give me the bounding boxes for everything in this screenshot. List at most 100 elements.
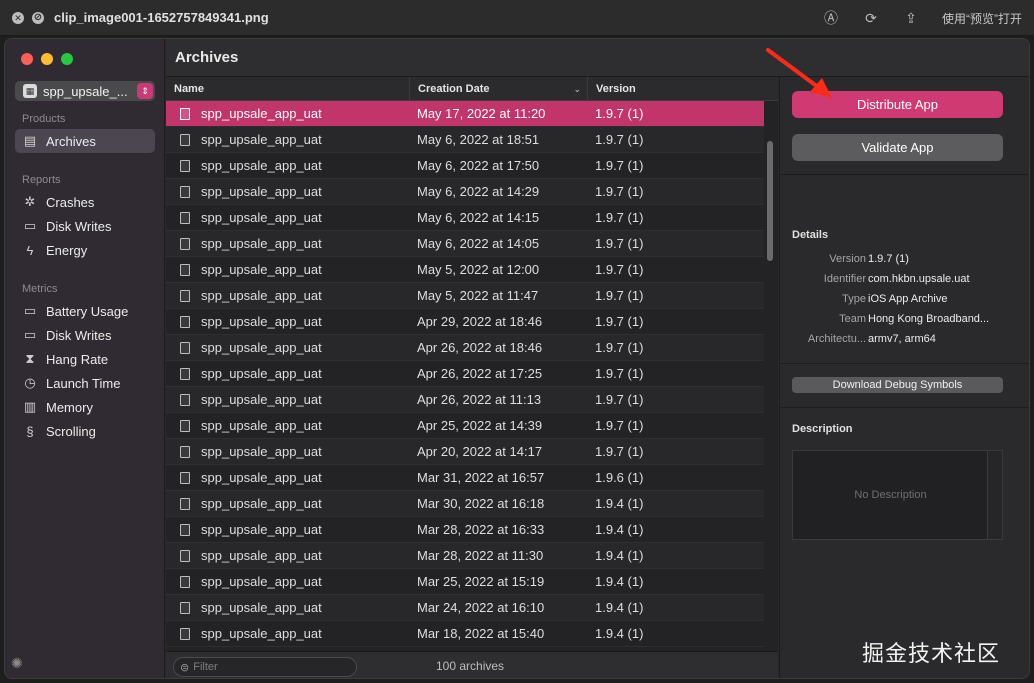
sidebar-item-label: Disk Writes bbox=[46, 327, 112, 343]
description-header: Description bbox=[792, 423, 853, 435]
table-row[interactable]: spp_upsale_app_uat Apr 26, 2022 at 17:25 1… bbox=[166, 361, 764, 387]
cell-name: spp_upsale_app_uat bbox=[201, 106, 322, 121]
table-row[interactable]: spp_upsale_app_uat May 6, 2022 at 14:29 1.… bbox=[166, 179, 764, 205]
cell-creation-date: May 17, 2022 at 11:20 bbox=[417, 106, 546, 121]
close-icon[interactable]: ✕ bbox=[12, 11, 24, 24]
detail-version: Version 1.9.7 (1) bbox=[780, 253, 1029, 271]
detail-value: Hong Kong Broadband... bbox=[868, 313, 990, 325]
disk-icon: ▭ bbox=[23, 218, 37, 233]
cell-creation-date: May 6, 2022 at 14:05 bbox=[417, 236, 540, 251]
table-row[interactable]: spp_upsale_app_uat Mar 18, 2022 at 15:40 1… bbox=[166, 621, 764, 647]
products-section-header: Products bbox=[22, 113, 66, 125]
detail-value: com.hkbn.upsale.uat bbox=[868, 273, 970, 285]
chevron-updown-icon[interactable]: ⇕ bbox=[137, 83, 153, 99]
product-selector[interactable]: ▦ spp_upsale_... ⇕ bbox=[15, 81, 155, 101]
cell-version: 1.9.7 (1) bbox=[595, 366, 644, 381]
cell-creation-date: May 5, 2022 at 12:00 bbox=[417, 262, 540, 277]
detail-team: Team Hong Kong Broadband... bbox=[780, 313, 1029, 331]
rotate-icon[interactable]: ⟳ bbox=[862, 9, 880, 27]
cell-creation-date: Mar 28, 2022 at 16:33 bbox=[417, 522, 545, 537]
table-row[interactable]: spp_upsale_app_uat Mar 31, 2022 at 16:57 1… bbox=[166, 465, 764, 491]
battery-icon: ▭ bbox=[23, 303, 37, 318]
open-with-preview-button[interactable]: 使用“预览”打开 bbox=[942, 10, 1022, 27]
table-row[interactable]: spp_upsale_app_uat Mar 28, 2022 at 16:33 1… bbox=[166, 517, 764, 543]
cell-version: 1.9.7 (1) bbox=[595, 288, 644, 303]
table-row[interactable]: spp_upsale_app_uat Mar 30, 2022 at 16:18 1… bbox=[166, 491, 764, 517]
sidebar-item-hang-rate[interactable]: ⧗ Hang Rate bbox=[15, 347, 155, 371]
sidebar-item-battery-usage[interactable]: ▭ Battery Usage bbox=[15, 299, 155, 323]
markup-icon[interactable]: Ⓐ bbox=[822, 9, 840, 27]
sidebar-item-label: Scrolling bbox=[46, 423, 96, 439]
column-header-creation-date[interactable]: Creation Date ⌄ bbox=[410, 77, 588, 101]
column-header-name[interactable]: Name bbox=[166, 77, 410, 101]
archive-file-icon bbox=[180, 497, 190, 510]
cell-creation-date: May 6, 2022 at 17:50 bbox=[417, 158, 540, 173]
cell-name: spp_upsale_app_uat bbox=[201, 574, 322, 589]
table-row[interactable]: spp_upsale_app_uat May 6, 2022 at 17:50 1.… bbox=[166, 153, 764, 179]
filter-input[interactable] bbox=[193, 661, 344, 673]
window-controls bbox=[21, 53, 73, 65]
divider bbox=[780, 174, 1029, 175]
cell-name: spp_upsale_app_uat bbox=[201, 600, 322, 615]
table-row[interactable]: spp_upsale_app_uat May 6, 2022 at 14:15 1.… bbox=[166, 205, 764, 231]
cell-version: 1.9.7 (1) bbox=[595, 210, 644, 225]
memory-icon: ▥ bbox=[23, 399, 37, 414]
table-row[interactable]: spp_upsale_app_uat Apr 29, 2022 at 18:46 1… bbox=[166, 309, 764, 335]
archive-file-icon bbox=[180, 445, 190, 458]
sidebar: ▦ spp_upsale_... ⇕ Products ▤ Archives R… bbox=[5, 39, 165, 678]
sidebar-item-disk-writes-report[interactable]: ▭ Disk Writes bbox=[15, 214, 155, 238]
sidebar-item-energy[interactable]: ϟ Energy bbox=[15, 238, 155, 262]
table-row[interactable]: spp_upsale_app_uat Apr 25, 2022 at 14:39 1… bbox=[166, 413, 764, 439]
table-row[interactable]: spp_upsale_app_uat Apr 20, 2022 at 14:17 1… bbox=[166, 439, 764, 465]
cell-name: spp_upsale_app_uat bbox=[201, 392, 322, 407]
table-row[interactable]: spp_upsale_app_uat May 6, 2022 at 18:51 1.… bbox=[166, 127, 764, 153]
sidebar-item-crashes[interactable]: ✲ Crashes bbox=[15, 190, 155, 214]
sidebar-item-archives[interactable]: ▤ Archives bbox=[15, 129, 155, 153]
sort-descending-icon: ⌄ bbox=[573, 84, 581, 94]
sidebar-item-disk-writes-metric[interactable]: ▭ Disk Writes bbox=[15, 323, 155, 347]
sidebar-item-memory[interactable]: ▥ Memory bbox=[15, 395, 155, 419]
energy-icon: ϟ bbox=[26, 242, 34, 258]
description-scrollbar[interactable] bbox=[987, 451, 1002, 539]
sidebar-item-label: Archives bbox=[46, 133, 96, 149]
sidebar-item-label: Disk Writes bbox=[46, 218, 112, 234]
column-header-version[interactable]: Version bbox=[588, 77, 778, 101]
sidebar-item-scrolling[interactable]: § Scrolling bbox=[15, 419, 155, 443]
cell-creation-date: Apr 26, 2022 at 18:46 bbox=[417, 340, 543, 355]
table-row[interactable]: spp_upsale_app_uat Apr 26, 2022 at 11:13 1… bbox=[166, 387, 764, 413]
archive-file-icon bbox=[180, 523, 190, 536]
cell-name: spp_upsale_app_uat bbox=[201, 184, 322, 199]
cell-version: 1.9.7 (1) bbox=[595, 106, 644, 121]
minimize-window-button[interactable] bbox=[41, 53, 53, 65]
table-row[interactable]: spp_upsale_app_uat Mar 28, 2022 at 11:30 1… bbox=[166, 543, 764, 569]
table-row[interactable]: spp_upsale_app_uat May 5, 2022 at 11:47 1.… bbox=[166, 283, 764, 309]
annotation-arrow-icon bbox=[766, 48, 832, 98]
table-row[interactable]: spp_upsale_app_uat Mar 25, 2022 at 15:19 1… bbox=[166, 569, 764, 595]
minimize-icon[interactable]: ⊘ bbox=[32, 11, 44, 24]
detail-value: iOS App Archive bbox=[868, 293, 948, 305]
table-footer: ⊜ 100 archives bbox=[166, 651, 778, 678]
table-row[interactable]: spp_upsale_app_uat Apr 26, 2022 at 18:46 1… bbox=[166, 335, 764, 361]
table-row[interactable]: spp_upsale_app_uat May 6, 2022 at 14:05 1.… bbox=[166, 231, 764, 257]
close-window-button[interactable] bbox=[21, 53, 33, 65]
table-row[interactable]: spp_upsale_app_uat May 17, 2022 at 11:20 1… bbox=[166, 101, 764, 127]
table-row[interactable]: spp_upsale_app_uat Mar 24, 2022 at 16:10 1… bbox=[166, 595, 764, 621]
cell-version: 1.9.7 (1) bbox=[595, 340, 644, 355]
vertical-scrollbar[interactable] bbox=[767, 141, 773, 261]
download-debug-symbols-button[interactable]: Download Debug Symbols bbox=[792, 377, 1003, 393]
description-text-area[interactable]: No Description bbox=[792, 450, 1003, 540]
cell-creation-date: May 5, 2022 at 11:47 bbox=[417, 288, 539, 303]
zoom-window-button[interactable] bbox=[61, 53, 73, 65]
detail-key: Type bbox=[842, 293, 866, 305]
share-icon[interactable]: ⇪ bbox=[902, 9, 920, 27]
detail-value: armv7, arm64 bbox=[868, 333, 936, 345]
metrics-section-header: Metrics bbox=[22, 283, 58, 295]
table-row[interactable]: spp_upsale_app_uat May 5, 2022 at 12:00 1.… bbox=[166, 257, 764, 283]
sidebar-item-launch-time[interactable]: ◷ Launch Time bbox=[15, 371, 155, 395]
cell-name: spp_upsale_app_uat bbox=[201, 522, 322, 537]
filter-field[interactable]: ⊜ bbox=[173, 657, 357, 677]
archive-file-icon bbox=[180, 289, 190, 302]
validate-app-button[interactable]: Validate App bbox=[792, 134, 1003, 161]
sidebar-item-label: Energy bbox=[46, 242, 88, 258]
archive-file-icon bbox=[180, 263, 190, 276]
